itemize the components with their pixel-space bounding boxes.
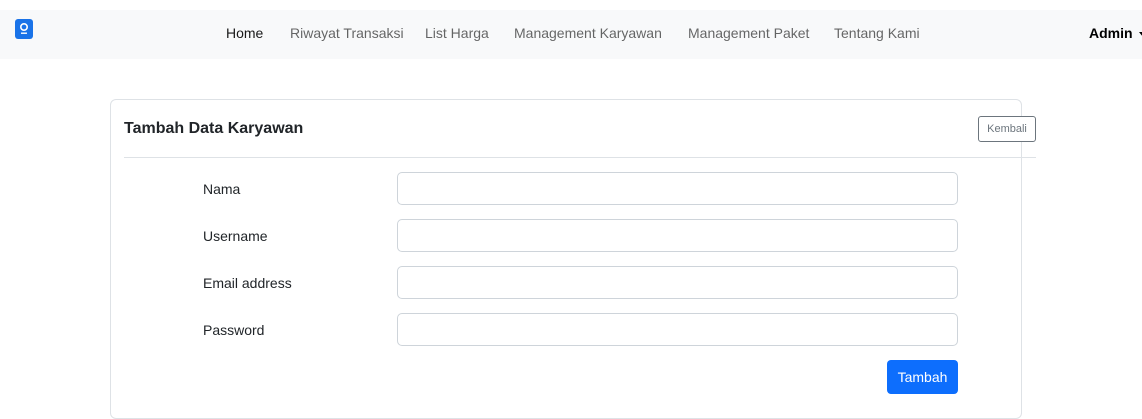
logo-icon[interactable] — [15, 19, 33, 39]
chevron-down-icon — [1138, 31, 1142, 37]
nav-link-riwayat-transaksi[interactable]: Riwayat Transaksi — [290, 24, 404, 42]
name-field[interactable] — [397, 172, 958, 205]
user-name: Admin — [1089, 25, 1133, 41]
email-field[interactable] — [397, 266, 958, 299]
nav-link-list-harga[interactable]: List Harga — [425, 24, 489, 42]
nav-link-home[interactable]: Home — [226, 24, 263, 42]
password-field[interactable] — [397, 313, 958, 346]
submit-button[interactable]: Tambah — [887, 360, 958, 394]
nav-link-management-karyawan[interactable]: Management Karyawan — [514, 24, 662, 42]
nav-link-management-paket[interactable]: Management Paket — [688, 24, 809, 42]
password-label: Password — [203, 322, 265, 338]
name-label: Nama — [203, 181, 241, 197]
username-label: Username — [203, 228, 268, 244]
user-menu[interactable]: Admin — [1089, 24, 1142, 42]
divider — [124, 157, 1036, 158]
nav-link-tentang-kami[interactable]: Tentang Kami — [834, 24, 920, 42]
back-button[interactable]: Kembali — [978, 116, 1036, 142]
page-title: Tambah Data Karyawan — [124, 120, 304, 137]
form-card — [110, 99, 1022, 419]
email-label: Email address — [203, 275, 292, 291]
username-field[interactable] — [397, 219, 958, 252]
